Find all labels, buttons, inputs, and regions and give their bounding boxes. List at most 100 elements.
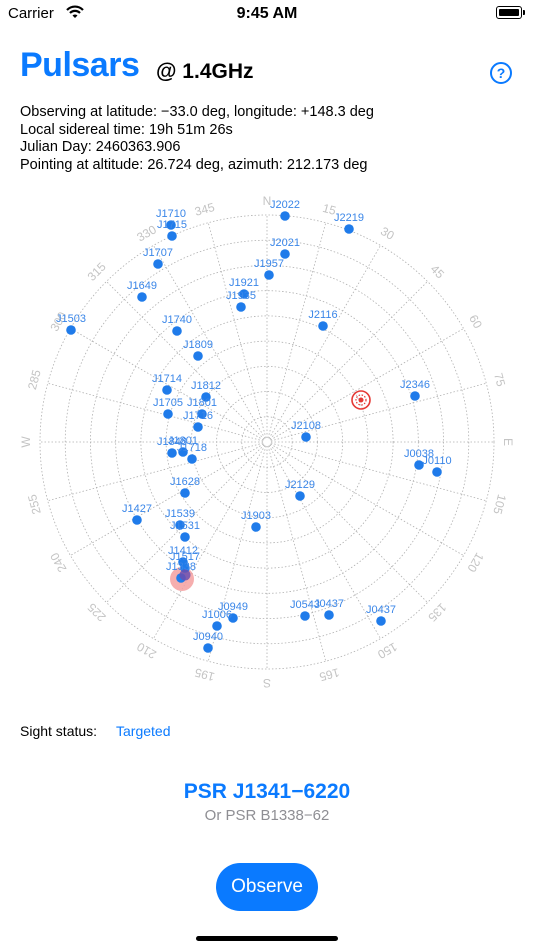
pulsar-dot <box>162 385 172 395</box>
azimuth-line <box>267 222 327 439</box>
pulsar-marker[interactable]: J1715 <box>157 219 187 241</box>
pulsar-label: J1715 <box>157 219 187 231</box>
pulsar-label: J2022 <box>270 199 300 211</box>
pulsar-dot <box>193 351 203 361</box>
status-bar: Carrier 9:45 AM <box>0 0 534 28</box>
pulsar-marker[interactable]: J2346 <box>400 379 430 401</box>
pulsar-dot <box>203 643 213 653</box>
azimuth-label: 255 <box>25 493 44 516</box>
pulsar-marker[interactable]: J1716 <box>183 410 213 432</box>
page-title: Pulsars <box>20 46 140 84</box>
home-indicator <box>196 936 338 941</box>
pulsar-label: J0940 <box>193 631 223 643</box>
pulsar-dot <box>251 522 261 532</box>
pulsar-dot <box>193 422 203 432</box>
pulsar-dot <box>318 321 328 331</box>
pulsar-label: J1921 <box>229 277 259 289</box>
pulsar-marker[interactable]: J0940 <box>193 631 223 653</box>
pulsar-marker[interactable]: J1903 <box>241 510 271 532</box>
azimuth-label: 315 <box>85 259 109 283</box>
pulsar-marker[interactable]: J1935 <box>226 290 256 312</box>
pulsar-marker[interactable]: J2021 <box>270 237 300 259</box>
direction-east-label: E <box>501 438 515 446</box>
pulsar-label: J1338 <box>166 561 196 573</box>
altitude-circle <box>241 416 293 468</box>
pulsar-marker[interactable]: J1427 <box>122 503 152 525</box>
pulsar-marker[interactable]: J0437 <box>314 598 344 620</box>
status-time: 9:45 AM <box>236 5 298 22</box>
pulsar-label: J1539 <box>165 508 195 520</box>
pulsar-label: J1705 <box>153 397 183 409</box>
pulsar-label: J2116 <box>308 309 337 321</box>
azimuth-line <box>270 382 487 442</box>
pulsar-label: J1903 <box>241 510 271 522</box>
direction-south-label: S <box>263 676 271 690</box>
pulsar-marker[interactable]: J2108 <box>291 420 321 442</box>
pulsar-label: J1531 <box>170 520 200 532</box>
azimuth-line <box>47 442 264 502</box>
azimuth-line <box>70 443 264 556</box>
sight-status-label: Sight status: <box>20 723 98 739</box>
pulsar-label: J0110 <box>422 455 451 467</box>
pulsar-label: J0437 <box>314 598 344 610</box>
observe-button[interactable]: Observe <box>216 863 318 911</box>
pulsar-marker[interactable]: J2022 <box>270 199 300 221</box>
pulsar-dot <box>410 391 420 401</box>
pulsar-dot <box>295 491 305 501</box>
azimuth-label: 45 <box>428 262 448 282</box>
pulsar-marker[interactable]: J1006 <box>202 609 232 631</box>
pulsar-dot <box>212 621 222 631</box>
pulsar-dot <box>344 224 354 234</box>
pulsar-marker[interactable]: J0110 <box>422 455 452 477</box>
pulsar-label: J1716 <box>183 410 213 422</box>
azimuth-label: 105 <box>490 493 509 516</box>
pulsar-marker[interactable]: J1705 <box>153 397 183 419</box>
pulsar-marker[interactable]: J1714 <box>152 373 182 395</box>
pulsar-marker[interactable]: J1649 <box>127 280 157 302</box>
pulsar-marker[interactable]: J2219 <box>334 212 364 234</box>
azimuth-line <box>47 382 264 442</box>
pulsar-label: J2346 <box>400 379 430 391</box>
pulsar-dot <box>153 259 163 269</box>
pulsar-marker[interactable]: J1531 <box>170 520 200 542</box>
azimuth-line <box>268 245 381 439</box>
direction-west-label: W <box>19 436 33 448</box>
azimuth-label: 240 <box>47 550 69 575</box>
pulsar-dot <box>432 467 442 477</box>
pulsar-dot <box>376 616 386 626</box>
pulsar-dot <box>324 610 334 620</box>
pulsar-dot <box>264 270 274 280</box>
azimuth-label: 195 <box>193 665 216 684</box>
pulsar-marker[interactable]: J1740 <box>162 314 192 336</box>
pulsar-dot <box>187 454 197 464</box>
azimuth-label: 345 <box>193 200 216 219</box>
pulsar-dot <box>236 302 246 312</box>
pulsar-dot <box>132 515 142 525</box>
azimuth-label: 285 <box>25 368 44 391</box>
pulsar-label: J1718 <box>177 442 207 454</box>
sight-status-value[interactable]: Targeted <box>116 723 170 739</box>
pulsar-marker[interactable]: J0437 <box>366 604 396 626</box>
pulsar-label: J1628 <box>170 476 200 488</box>
help-button[interactable]: ? <box>490 62 512 84</box>
pulsar-dot <box>280 211 290 221</box>
pulsar-label: J1935 <box>226 290 256 302</box>
pulsar-marker[interactable]: J1809 <box>183 339 213 361</box>
pulsar-markers[interactable]: J2022J2219J1710J1715J2021J1957J1707J1921… <box>56 199 452 653</box>
pulsar-dot <box>301 432 311 442</box>
pulsar-label: J2129 <box>285 479 315 491</box>
pulsar-label: J1812 <box>191 380 221 392</box>
pulsar-marker[interactable]: J2129 <box>285 479 315 501</box>
pulsar-marker[interactable]: J1628 <box>170 476 200 498</box>
pulsar-label: J1809 <box>183 339 213 351</box>
pulsar-marker[interactable]: J2116 <box>308 309 338 331</box>
pulsar-label: J1707 <box>143 247 173 259</box>
selected-pulsar-dot <box>179 569 191 581</box>
pulsar-label: J2108 <box>291 420 321 432</box>
sky-chart[interactable]: 1530456075105120135150165195210225240255… <box>0 185 534 705</box>
sidereal-time-line: Local sidereal time: 19h 51m 26s <box>20 121 233 138</box>
azimuth-label: 210 <box>134 639 159 661</box>
pulsar-label: J0437 <box>366 604 396 616</box>
pulsar-marker[interactable]: J1718 <box>177 442 207 464</box>
pulsar-dot <box>167 448 177 458</box>
